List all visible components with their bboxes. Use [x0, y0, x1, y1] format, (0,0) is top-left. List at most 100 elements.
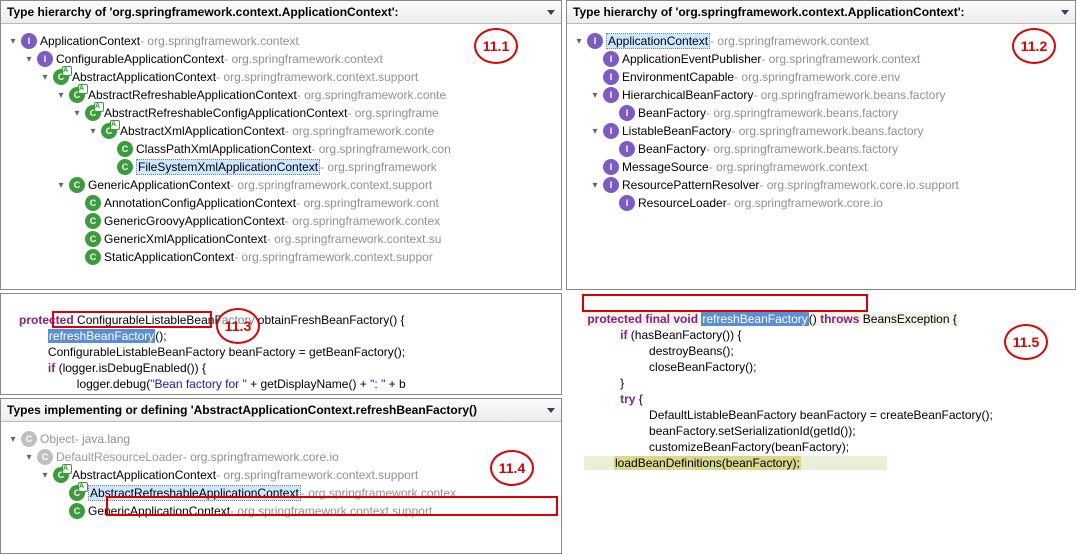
type-hierarchy-panel-left: Type hierarchy of 'org.springframework.c…	[0, 0, 562, 290]
tree-row[interactable]: CGenericGroovyApplicationContext - org.s…	[5, 212, 557, 230]
tree-row[interactable]: IBeanFactory - org.springframework.beans…	[571, 140, 1071, 158]
implementing-types-panel: Types implementing or defining 'Abstract…	[0, 398, 562, 554]
tree-row[interactable]: ▾CGenericApplicationContext - org.spring…	[5, 176, 557, 194]
tree-row[interactable]: CAbstractRefreshableApplicationContext -…	[5, 484, 557, 502]
interface-icon: I	[603, 87, 619, 103]
interface-icon: I	[587, 33, 603, 49]
tree-row[interactable]: IResourceLoader - org.springframework.co…	[571, 194, 1071, 212]
expand-arrow[interactable]: ▾	[587, 126, 603, 137]
package-name: - org.springframework.context.support	[216, 468, 418, 482]
class-icon: C	[69, 177, 85, 193]
interface-icon: I	[603, 51, 619, 67]
tree-row[interactable]: CGenericApplicationContext - org.springf…	[5, 502, 557, 520]
expand-arrow[interactable]: ▾	[21, 54, 37, 65]
interface-icon: I	[619, 105, 635, 121]
tree-row[interactable]: CGenericXmlApplicationContext - org.spri…	[5, 230, 557, 248]
tree-row[interactable]: IBeanFactory - org.springframework.beans…	[571, 104, 1071, 122]
package-name: - org.springframework.cont	[296, 196, 439, 210]
tree-row[interactable]: CClassPathXmlApplicationContext - org.sp…	[5, 140, 557, 158]
dropdown-icon[interactable]	[547, 10, 555, 15]
type-name: ResourceLoader	[638, 196, 727, 210]
package-name: - org.springframework.beans.factory	[753, 88, 945, 102]
tree-row[interactable]: ▾IApplicationContext - org.springframewo…	[571, 32, 1071, 50]
interface-icon: I	[603, 159, 619, 175]
class-icon: C	[37, 449, 53, 465]
tree-row[interactable]: ▾IResourcePatternResolver - org.springfr…	[571, 176, 1071, 194]
class-icon: C	[69, 485, 85, 501]
type-name: AnnotationConfigApplicationContext	[104, 196, 296, 210]
interface-icon: I	[619, 141, 635, 157]
package-name: - org.springframe	[347, 106, 438, 120]
tree-row[interactable]: CStaticApplicationContext - org.springfr…	[5, 248, 557, 266]
dropdown-icon[interactable]	[547, 408, 555, 413]
package-name: - org.springframework.context.support	[216, 70, 418, 84]
expand-arrow[interactable]: ▾	[37, 470, 53, 481]
class-icon: C	[69, 503, 85, 519]
package-name: - org.springframework.conte	[297, 88, 446, 102]
hierarchy-tree[interactable]: ▾IApplicationContext - org.springframewo…	[567, 24, 1075, 216]
package-name: - org.springframework.beans.factory	[731, 124, 923, 138]
tree-row[interactable]: ▾IApplicationContext - org.springframewo…	[5, 32, 557, 50]
package-name: - org.springframework.context.suppor	[234, 250, 433, 264]
tree-row[interactable]: ▾CAbstractApplicationContext - org.sprin…	[5, 466, 557, 484]
hierarchy-tree[interactable]: ▾IApplicationContext - org.springframewo…	[1, 24, 561, 270]
panel-title: Type hierarchy of 'org.springframework.c…	[573, 5, 965, 19]
class-icon: C	[117, 141, 133, 157]
class-icon: C	[53, 69, 69, 85]
class-icon: C	[85, 105, 101, 121]
expand-arrow[interactable]: ▾	[5, 434, 21, 445]
tree-row[interactable]: ▾CAbstractXmlApplicationContext - org.sp…	[5, 122, 557, 140]
type-name: AbstractXmlApplicationContext	[120, 124, 285, 138]
type-name: AbstractRefreshableApplicationContext	[88, 485, 301, 501]
expand-arrow[interactable]: ▾	[53, 90, 69, 101]
dropdown-icon[interactable]	[1061, 10, 1069, 15]
expand-arrow[interactable]: ▾	[587, 180, 603, 191]
package-name: - org.springframework.core.env	[734, 70, 900, 84]
class-icon: C	[101, 123, 117, 139]
expand-arrow[interactable]: ▾	[85, 126, 101, 137]
expand-arrow[interactable]: ▾	[587, 90, 603, 101]
tree-row[interactable]: ▾IHierarchicalBeanFactory - org.springfr…	[571, 86, 1071, 104]
type-name: ListableBeanFactory	[622, 124, 731, 138]
tree-row[interactable]: CFileSystemXmlApplicationContext - org.s…	[5, 158, 557, 176]
expand-arrow[interactable]: ▾	[37, 72, 53, 83]
tree-row[interactable]: ▾CDefaultResourceLoader - org.springfram…	[5, 448, 557, 466]
implementing-tree[interactable]: ▾CObject - java.lang▾CDefaultResourceLoa…	[1, 422, 561, 524]
type-name: HierarchicalBeanFactory	[622, 88, 753, 102]
tree-row[interactable]: ▾CAbstractRefreshableConfigApplicationCo…	[5, 104, 557, 122]
type-name: ApplicationContext	[606, 33, 710, 49]
type-name: GenericApplicationContext	[88, 504, 230, 518]
type-name: FileSystemXmlApplicationContext	[136, 159, 320, 175]
package-name: - org.springframework.core.io	[183, 450, 339, 464]
type-name: GenericXmlApplicationContext	[104, 232, 267, 246]
expand-arrow[interactable]: ▾	[5, 36, 21, 47]
type-name: AbstractApplicationContext	[72, 468, 216, 482]
tree-row[interactable]: ▾CObject - java.lang	[5, 430, 557, 448]
panel-header: Types implementing or defining 'Abstract…	[1, 399, 561, 422]
tree-row[interactable]: ▾CAbstractRefreshableApplicationContext …	[5, 86, 557, 104]
tree-row[interactable]: ▾IConfigurableApplicationContext - org.s…	[5, 50, 557, 68]
code-editor-left[interactable]: protected ConfigurableListableBeanFactor…	[0, 293, 562, 395]
package-name: - org.springframework.beans.factory	[706, 142, 898, 156]
type-name: ClassPathXmlApplicationContext	[136, 142, 311, 156]
type-name: BeanFactory	[638, 142, 706, 156]
package-name: - org.springframework.context	[140, 34, 299, 48]
tree-row[interactable]: IMessageSource - org.springframework.con…	[571, 158, 1071, 176]
tree-row[interactable]: IEnvironmentCapable - org.springframewor…	[571, 68, 1071, 86]
panel-title: Type hierarchy of 'org.springframework.c…	[7, 5, 399, 19]
type-name: GenericApplicationContext	[88, 178, 230, 192]
tree-row[interactable]: CAnnotationConfigApplicationContext - or…	[5, 194, 557, 212]
code-editor-right[interactable]: protected final void refreshBeanFactory(…	[566, 293, 1076, 499]
tree-row[interactable]: ▾IListableBeanFactory - org.springframew…	[571, 122, 1071, 140]
interface-icon: I	[619, 195, 635, 211]
expand-arrow[interactable]: ▾	[571, 36, 587, 47]
type-name: ApplicationContext	[40, 34, 140, 48]
type-name: BeanFactory	[638, 106, 706, 120]
interface-icon: I	[603, 177, 619, 193]
expand-arrow[interactable]: ▾	[53, 180, 69, 191]
type-name: GenericGroovyApplicationContext	[104, 214, 285, 228]
tree-row[interactable]: IApplicationEventPublisher - org.springf…	[571, 50, 1071, 68]
tree-row[interactable]: ▾CAbstractApplicationContext - org.sprin…	[5, 68, 557, 86]
expand-arrow[interactable]: ▾	[69, 108, 85, 119]
expand-arrow[interactable]: ▾	[21, 452, 37, 463]
